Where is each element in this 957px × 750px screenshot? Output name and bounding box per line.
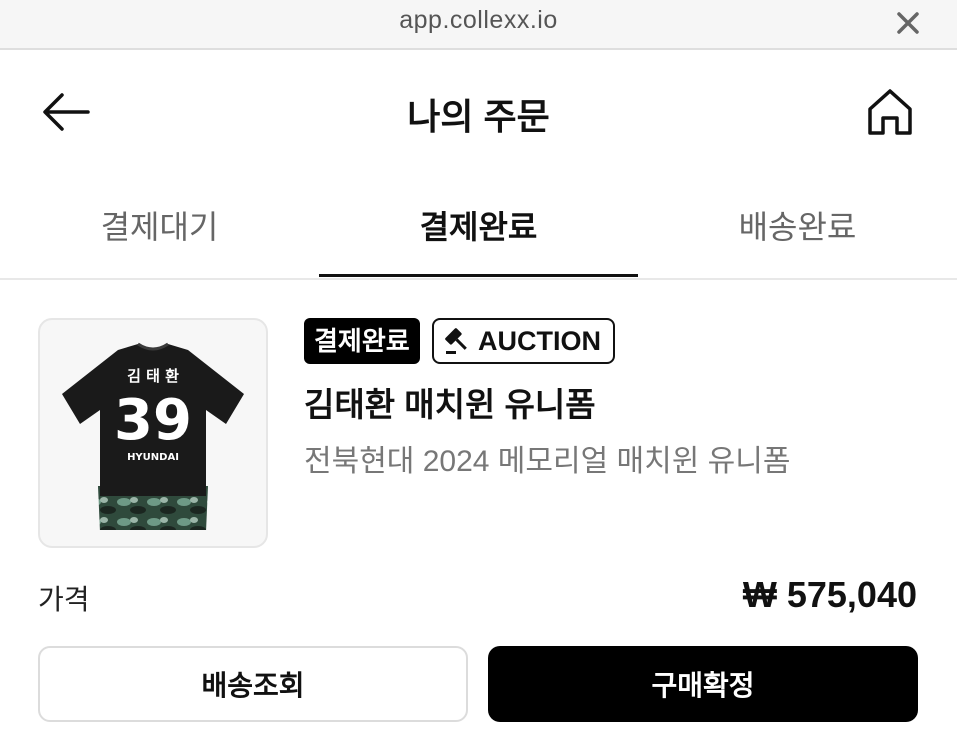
browser-url-bar: app.collexx.io — [0, 0, 957, 50]
jersey-image: 김 태 환 39 HYUNDAI — [62, 342, 244, 530]
jersey-player-name: 김 태 환 — [127, 367, 179, 385]
url-text: app.collexx.io — [399, 6, 558, 34]
page-title: 나의 주문 — [407, 96, 550, 137]
product-thumbnail[interactable]: 김 태 환 39 HYUNDAI — [38, 318, 268, 548]
jersey-sponsor: HYUNDAI — [127, 452, 179, 463]
tab-payment-pending[interactable]: 결제대기 — [0, 202, 319, 248]
tab-payment-complete[interactable]: 결제완료 — [319, 202, 638, 248]
product-description: 전북현대 2024 메모리얼 매치윈 유니폼 — [304, 445, 791, 478]
order-status-tabs: 결제대기 결제완료 배송완료 — [0, 180, 957, 280]
price-value: ₩ 575,040 — [742, 574, 917, 615]
price-label: 가격 — [38, 584, 90, 615]
tab-delivery-complete[interactable]: 배송완료 — [638, 202, 957, 248]
confirm-purchase-button[interactable]: 구매확정 — [488, 646, 918, 722]
gavel-icon — [445, 328, 467, 354]
product-name[interactable]: 김태환 매치윈 유니폼 — [304, 378, 596, 426]
close-icon[interactable] — [895, 10, 921, 36]
track-delivery-button[interactable]: 배송조회 — [38, 646, 468, 722]
status-badge: 결제완료 — [304, 318, 420, 364]
auction-badge-label: AUCTION — [478, 326, 601, 356]
jersey-number: 39 — [114, 388, 192, 453]
auction-badge: AUCTION — [432, 318, 615, 364]
page-header: 나의 주문 — [0, 50, 957, 180]
home-icon[interactable] — [864, 86, 916, 138]
active-tab-indicator — [319, 274, 638, 277]
